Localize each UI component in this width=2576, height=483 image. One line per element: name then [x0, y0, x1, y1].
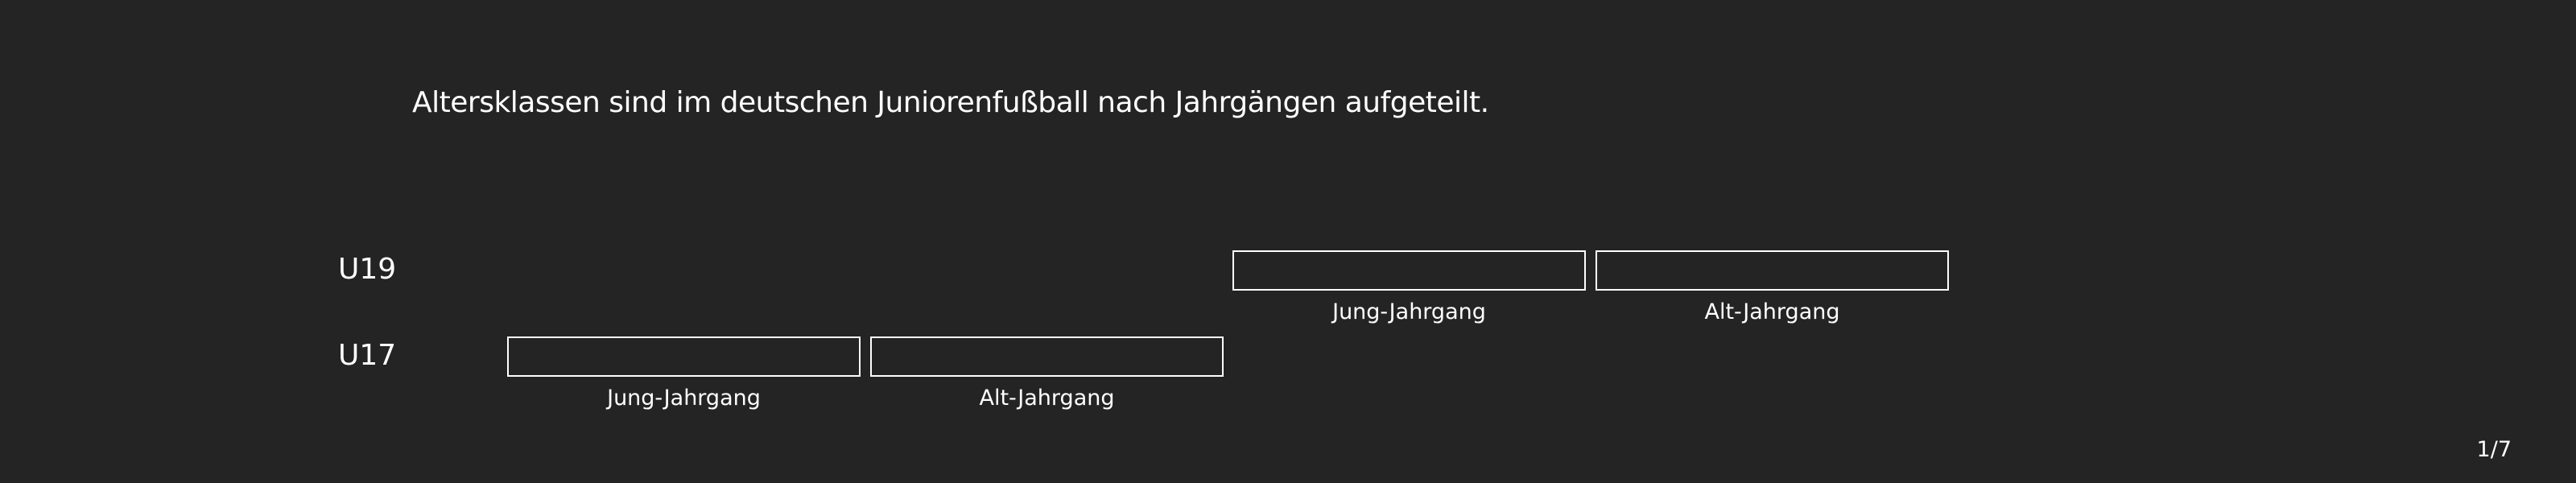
page-indicator: 1/7: [2476, 437, 2512, 462]
slide-headline: Altersklassen sind im deutschen Junioren…: [412, 86, 1489, 119]
u17-alt-jahrgang-label: Alt-Jahrgang: [979, 386, 1115, 411]
u17-jung-jahrgang-label: Jung-Jahrgang: [607, 386, 761, 411]
u19-alt-jahrgang-box: [1596, 250, 1949, 291]
slide: Altersklassen sind im deutschen Junioren…: [0, 0, 2576, 483]
row-label-u17: U17: [338, 339, 397, 372]
u19-jung-jahrgang-box: [1232, 250, 1586, 291]
u17-jung-jahrgang-box: [507, 336, 861, 377]
u19-alt-jahrgang-label: Alt-Jahrgang: [1704, 299, 1840, 324]
u19-jung-jahrgang-label: Jung-Jahrgang: [1332, 299, 1486, 324]
u17-alt-jahrgang-box: [870, 336, 1224, 377]
row-label-u19: U19: [338, 253, 397, 286]
